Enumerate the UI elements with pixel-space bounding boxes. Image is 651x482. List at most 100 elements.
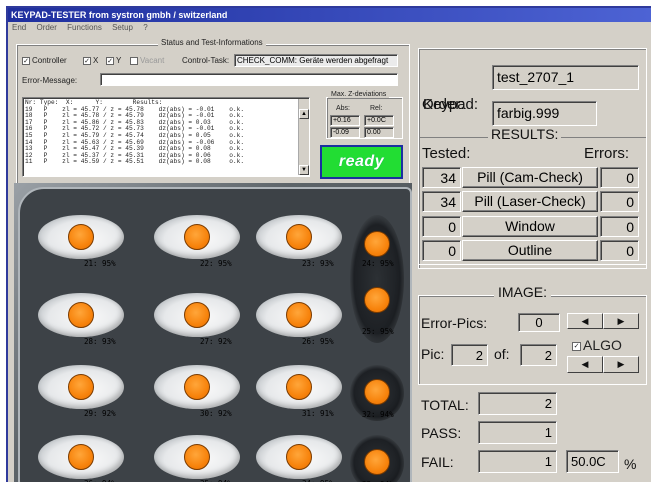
pill-score-label: 25: 95% <box>362 327 394 336</box>
pill-score-label: 31: 91% <box>302 409 334 418</box>
pic-value: 2 <box>451 344 488 366</box>
window-button[interactable]: Window <box>462 216 598 237</box>
pic-prev-button[interactable]: ◀ <box>567 356 603 373</box>
errors-label: Errors: <box>584 145 629 162</box>
vacant-checkbox[interactable]: Vacant <box>130 56 164 65</box>
pill-contact-dot <box>364 379 390 405</box>
keypad-field[interactable]: farbig.999 <box>492 101 597 126</box>
percent-sign: % <box>624 456 637 472</box>
total-value: 2 <box>478 392 557 415</box>
keypad-tray: 21: 95% 22: 95% 23: 93% 24: 95% 28: 93% 27: 9… <box>18 187 412 482</box>
menu-functions[interactable]: Functions <box>67 23 102 32</box>
results-log[interactable]: Nr: Type: X: Y: Results: 19 P zl = 45.77… <box>22 97 310 177</box>
error-pic-next-button[interactable]: ▶ <box>603 313 639 329</box>
pill-contact-dot <box>184 224 210 250</box>
fail-percent-value: 50.0C <box>566 450 619 473</box>
pill-score-label: 27: 92% <box>200 337 232 346</box>
pill-score-label: 32: 94% <box>362 410 394 419</box>
error-count-window: 0 <box>600 216 639 237</box>
pill-score-label: 30: 92% <box>200 409 232 418</box>
abs-negative-value: -0.09 <box>330 127 360 138</box>
total-label: TOTAL: <box>421 397 469 413</box>
outline-button[interactable]: Outline <box>462 240 598 261</box>
of-label: of: <box>494 346 510 362</box>
tested-count-cam: 34 <box>422 167 461 188</box>
pill-score-label: 21: 95% <box>84 259 116 268</box>
y-checkbox[interactable]: ✓ Y <box>106 56 121 65</box>
pill-contact-dot <box>364 231 390 257</box>
controller-label: Controller <box>32 56 67 65</box>
log-scrollbar[interactable]: ▲ ▼ <box>298 99 309 175</box>
pill-contact-dot <box>364 287 390 313</box>
pic-next-button[interactable]: ▶ <box>603 356 639 373</box>
triangle-right-icon: ▶ <box>617 316 625 326</box>
error-pics-label: Error-Pics: <box>421 315 488 331</box>
keypad-label: Keypad: <box>423 96 479 113</box>
triangle-right-icon: ▶ <box>617 359 625 369</box>
pill-contact-dot <box>68 374 94 400</box>
check-icon: ✓ <box>106 56 114 65</box>
pill-contact-dot <box>68 444 94 470</box>
pill-laser-check-button[interactable]: Pill (Laser-Check) <box>462 191 598 212</box>
checkbox-empty-icon <box>130 56 138 65</box>
pill-score-label: 23: 93% <box>302 259 334 268</box>
pill-score-label: 22: 95% <box>200 259 232 268</box>
menu-help[interactable]: ? <box>143 23 147 32</box>
window-title: KEYPAD-TESTER from systron gmbh / switze… <box>11 10 228 20</box>
pill-contact-dot <box>286 224 312 250</box>
tested-label: Tested: <box>422 145 471 162</box>
window-title-bar: KEYPAD-TESTER from systron gmbh / switze… <box>8 8 651 22</box>
x-label: X <box>93 56 99 65</box>
log-lines: Nr: Type: X: Y: Results: 19 P zl = 45.77… <box>24 99 298 175</box>
controller-checkbox[interactable]: ✓ Controller <box>22 56 67 65</box>
error-message-field[interactable] <box>100 73 398 86</box>
pass-value: 1 <box>478 421 557 444</box>
error-pic-prev-button[interactable]: ◀ <box>567 313 603 329</box>
fail-label: FAIL: <box>421 454 454 470</box>
error-pics-value: 0 <box>518 313 560 332</box>
pill-contact-dot <box>184 444 210 470</box>
pill-score-label: 29: 92% <box>84 409 116 418</box>
control-task-field: CHECK_COMM: Geräte werden abgefragt <box>234 54 398 67</box>
pill-contact-dot <box>68 224 94 250</box>
abs-positive-value: +0.16 <box>330 115 360 126</box>
error-count-laser: 0 <box>600 191 639 212</box>
pill-score-label: 24: 95% <box>362 259 394 268</box>
control-task-label: Control-Task: <box>182 56 230 65</box>
rel-label: Rel: <box>370 105 383 112</box>
menu-order[interactable]: Order <box>36 23 56 32</box>
check-icon: ✓ <box>572 341 581 351</box>
camera-image: 21: 95% 22: 95% 23: 93% 24: 95% 28: 93% 27: 9… <box>14 183 412 482</box>
menu-setup[interactable]: Setup <box>112 23 133 32</box>
pill-contact-dot <box>68 302 94 328</box>
order-field[interactable]: test_2707_1 <box>492 65 639 90</box>
pill-contact-dot <box>184 302 210 328</box>
scroll-up-icon[interactable]: ▲ <box>299 109 309 119</box>
x-checkbox[interactable]: ✓ X <box>83 56 98 65</box>
y-label: Y <box>116 56 122 65</box>
pill-cam-check-button[interactable]: Pill (Cam-Check) <box>462 167 598 188</box>
pass-label: PASS: <box>421 425 462 441</box>
algo-label: ALGO <box>583 337 622 353</box>
deviation-title: Max. Z-deviations <box>328 91 390 98</box>
pill-score-label: 28: 93% <box>84 337 116 346</box>
pill-contact-dot <box>286 444 312 470</box>
algo-checkbox[interactable]: ✓ ALGO <box>572 337 622 353</box>
error-message-label: Error-Message: <box>22 76 78 85</box>
tested-count-outline: 0 <box>422 240 461 261</box>
pic-label: Pic: <box>421 346 445 362</box>
check-icon: ✓ <box>22 56 30 65</box>
log-row[interactable]: 11 P zl = 45.59 / z = 45.51 dz(abs) = 0.… <box>25 159 297 166</box>
pill-contact-dot <box>364 449 390 475</box>
menu-end[interactable]: End <box>12 23 26 32</box>
error-count-outline: 0 <box>600 240 639 261</box>
tested-count-window: 0 <box>422 216 461 237</box>
results-title: RESULTS: <box>488 126 562 142</box>
triangle-left-icon: ◀ <box>581 359 589 369</box>
scroll-down-icon[interactable]: ▼ <box>299 165 309 175</box>
image-title: IMAGE: <box>494 284 552 300</box>
rel-positive-value: +0.0C <box>364 115 394 126</box>
check-icon: ✓ <box>83 56 91 65</box>
error-count-cam: 0 <box>600 167 639 188</box>
triangle-left-icon: ◀ <box>581 316 589 326</box>
